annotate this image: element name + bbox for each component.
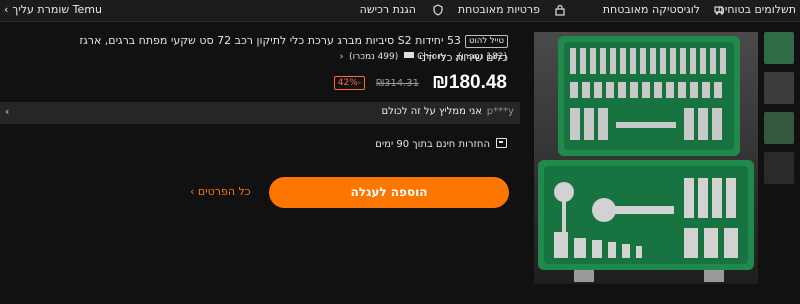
discount-badge: -42% [333, 76, 366, 90]
thumbnail-1[interactable] [764, 32, 794, 64]
privacy-label: פרטיות מאובטחת [457, 3, 540, 16]
add-to-cart-button[interactable]: הוספה לעגלה [269, 177, 509, 208]
thumbnail-3[interactable] [764, 112, 794, 144]
top-trust-bar: תשלומים בטוחים לוגיסטיקה מאובטחת פרטיות … [0, 0, 800, 22]
hot-deal-tag: טייל להוט [464, 35, 508, 48]
safe-payments-label: תשלומים בטוחים [717, 3, 796, 16]
product-image[interactable] [534, 32, 758, 284]
thumbnail-2[interactable] [764, 72, 794, 104]
all-details-link[interactable]: כל הפרטים › [190, 185, 251, 198]
lock-icon [555, 4, 565, 16]
store-row[interactable]: (182 נמכרו), Chiory (499 נמכרו) ‹ [340, 52, 507, 62]
left-margin [0, 22, 16, 304]
return-box-icon [496, 138, 507, 148]
reviewer-name: p***y [486, 106, 514, 117]
truck-icon [714, 6, 724, 15]
store-sold-count: (499 נמכרו) [349, 52, 399, 62]
review-snippet[interactable]: p***y אני ממליץ על זה לכולם ‹ [0, 102, 520, 124]
original-price: ₪314.31 [376, 77, 419, 89]
chevron-left-icon: ‹ [5, 105, 10, 118]
temu-protects-link[interactable]: ‹ Temu שומרת עליך [4, 3, 102, 16]
store-flag-icon [404, 52, 415, 58]
thumbnail-strip [764, 32, 800, 284]
chevron-left-icon: ‹ [339, 52, 344, 62]
purchase-protection-label: הגנת רכישה [359, 3, 416, 16]
price-row: ₪180.48 ₪314.31 -42% [333, 72, 507, 94]
sold-count: (182 נמכרו), [455, 52, 507, 62]
thumbnail-4[interactable] [764, 152, 794, 184]
free-returns-row: החזרות חינם בתוך 90 ימים [375, 138, 507, 150]
shield-icon [433, 4, 443, 16]
review-text: אני ממליץ על זה לכולם [381, 106, 483, 117]
verified-logistics-label: לוגיסטיקה מאובטחת [602, 3, 700, 16]
current-price: ₪180.48 [432, 72, 507, 93]
tool-case-illustration [534, 32, 758, 284]
store-name[interactable]: Chiory [417, 52, 446, 62]
